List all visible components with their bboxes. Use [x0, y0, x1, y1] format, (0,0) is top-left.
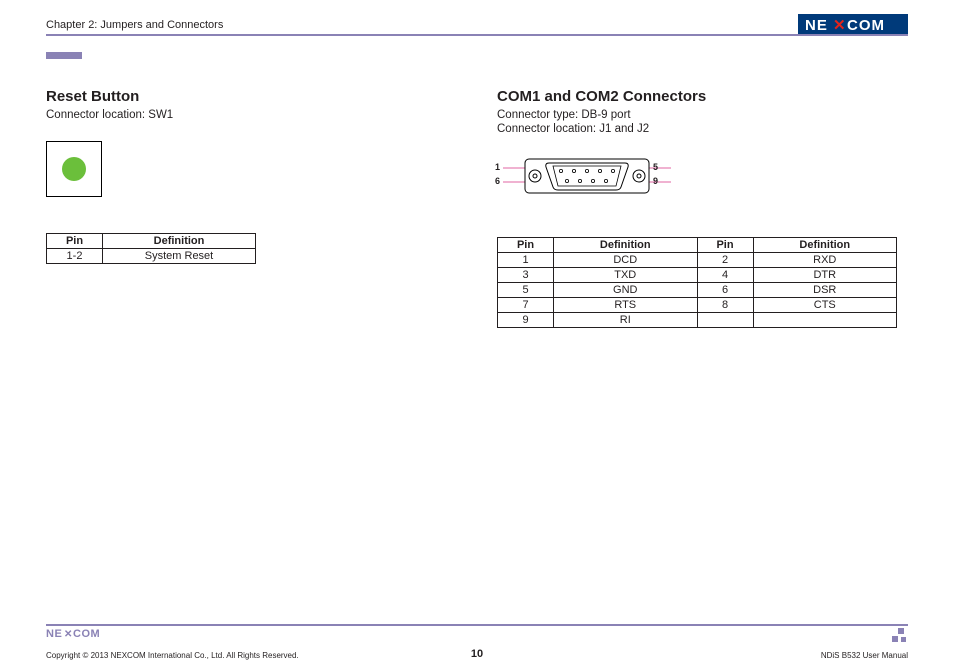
- page-number: 10: [471, 648, 483, 660]
- table-row: 9 RI: [498, 313, 897, 328]
- chapter-title: Chapter 2: Jumpers and Connectors: [46, 19, 223, 31]
- table-row: 3 TXD 4 DTR: [498, 268, 897, 283]
- svg-text:NE: NE: [805, 17, 828, 34]
- cell-def: RTS: [554, 298, 698, 313]
- header-tab: [46, 52, 82, 59]
- footer-squares-icon: [892, 628, 908, 644]
- pin-label-9: 9: [653, 176, 658, 186]
- com-connectors-section: COM1 and COM2 Connectors Connector type:…: [497, 88, 908, 328]
- cell-pin: 7: [498, 298, 554, 313]
- svg-text:✕: ✕: [64, 629, 72, 639]
- footer-rule: [46, 624, 908, 626]
- cell-def: RI: [554, 313, 698, 328]
- reset-dot-icon: [62, 157, 86, 181]
- reset-button-section: Reset Button Connector location: SW1 Pin…: [46, 88, 457, 328]
- pin-label-5: 5: [653, 162, 658, 172]
- section-title: Reset Button: [46, 88, 457, 105]
- pin-label-1: 1: [495, 162, 500, 172]
- copyright: Copyright © 2013 NEXCOM International Co…: [46, 651, 299, 660]
- cell-pin: 2: [697, 253, 753, 268]
- cell-def: System Reset: [103, 249, 256, 264]
- connector-location: Connector location: SW1: [46, 109, 457, 121]
- connector-location: Connector location: J1 and J2: [497, 123, 908, 135]
- cell-def: CTS: [753, 298, 897, 313]
- cell-pin: 9: [498, 313, 554, 328]
- cell-pin: 4: [697, 268, 753, 283]
- header-rule: [46, 34, 908, 36]
- th-def: Definition: [103, 234, 256, 249]
- svg-text:COM: COM: [847, 17, 885, 34]
- cell-def: [753, 313, 897, 328]
- cell-def: DTR: [753, 268, 897, 283]
- cell-pin: 5: [498, 283, 554, 298]
- svg-text:COM: COM: [73, 628, 100, 639]
- cell-pin: 8: [697, 298, 753, 313]
- cell-def: DSR: [753, 283, 897, 298]
- cell-pin: 3: [498, 268, 554, 283]
- pin-label-6: 6: [495, 176, 500, 186]
- nexcom-logo: NE ✕ COM: [798, 14, 908, 36]
- th-pin: Pin: [47, 234, 103, 249]
- cell-def: DCD: [554, 253, 698, 268]
- nexcom-footer-logo: NE ✕ COM: [46, 626, 108, 644]
- com-pin-table: Pin Definition Pin Definition 1 DCD 2 RX…: [497, 237, 897, 328]
- table-row: 7 RTS 8 CTS: [498, 298, 897, 313]
- svg-text:✕: ✕: [833, 17, 846, 34]
- cell-pin: 1: [498, 253, 554, 268]
- cell-pin: 6: [697, 283, 753, 298]
- table-row: 5 GND 6 DSR: [498, 283, 897, 298]
- cell-def: RXD: [753, 253, 897, 268]
- reset-pin-table: Pin Definition 1-2 System Reset: [46, 233, 256, 264]
- db9-diagram: 1 5 6 9: [497, 153, 677, 201]
- table-row: 1 DCD 2 RXD: [498, 253, 897, 268]
- connector-type: Connector type: DB-9 port: [497, 109, 908, 121]
- th-pin: Pin: [498, 238, 554, 253]
- th-def: Definition: [554, 238, 698, 253]
- th-def: Definition: [753, 238, 897, 253]
- cell-def: TXD: [554, 268, 698, 283]
- th-pin: Pin: [697, 238, 753, 253]
- svg-text:NE: NE: [46, 628, 62, 639]
- manual-name: NDiS B532 User Manual: [821, 651, 908, 660]
- cell-def: GND: [554, 283, 698, 298]
- reset-button-diagram: [46, 141, 102, 197]
- table-row: 1-2 System Reset: [47, 249, 256, 264]
- section-title: COM1 and COM2 Connectors: [497, 88, 908, 105]
- cell-pin: [697, 313, 753, 328]
- cell-pin: 1-2: [47, 249, 103, 264]
